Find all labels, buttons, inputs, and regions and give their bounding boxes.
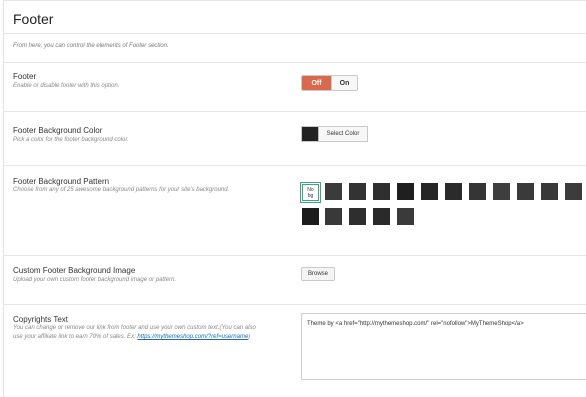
bg-pattern-desc: Choose from any of 25 awesome background… [13, 187, 230, 193]
footer-toggle[interactable]: Off On [301, 75, 358, 91]
footer-option-title: Footer [13, 72, 37, 81]
pattern-swatch[interactable] [349, 183, 366, 200]
no-bg-line2: bg [307, 192, 314, 199]
section-intro: From here, you can control the elements … [13, 43, 169, 49]
pattern-swatch[interactable] [493, 183, 510, 200]
footer-option-desc: Enable or disable footer with this optio… [13, 83, 120, 89]
pattern-no-bg[interactable]: No bg [300, 182, 321, 203]
divider [4, 111, 586, 112]
divider [4, 62, 586, 63]
pattern-swatch[interactable] [517, 183, 534, 200]
panel-left-border [3, 0, 4, 397]
bg-color-title: Footer Background Color [13, 126, 103, 135]
divider [4, 255, 586, 256]
affiliate-link[interactable]: https://mythemeshop.com/?ref=username [137, 334, 248, 340]
pattern-swatch[interactable] [469, 183, 486, 200]
pattern-swatch[interactable] [565, 183, 582, 200]
toggle-on-button[interactable]: On [331, 76, 357, 90]
copyrights-desc-line1: You can change or remove our link from f… [13, 325, 256, 331]
browse-button[interactable]: Browse [301, 267, 335, 281]
bg-image-title: Custom Footer Background Image [13, 266, 136, 275]
bg-pattern-title: Footer Background Pattern [13, 177, 110, 186]
pattern-swatch[interactable] [421, 183, 438, 200]
copyrights-desc-end: ) [248, 334, 251, 340]
color-picker[interactable]: Select Color [301, 126, 368, 142]
pattern-swatch[interactable] [397, 208, 414, 225]
pattern-swatch[interactable] [373, 183, 390, 200]
select-color-button[interactable]: Select Color [319, 127, 367, 141]
pattern-swatch[interactable] [541, 183, 558, 200]
divider [4, 165, 586, 166]
divider [4, 304, 586, 305]
copyrights-textarea[interactable]: Theme by <a href="http://mythemeshop.com… [301, 313, 586, 380]
pattern-swatch[interactable] [373, 208, 390, 225]
copyrights-desc: You can change or remove our link from f… [13, 324, 298, 342]
color-swatch[interactable] [302, 127, 319, 141]
toggle-off-button[interactable]: Off [302, 76, 331, 90]
pattern-swatch[interactable] [349, 208, 366, 225]
bg-color-desc: Pick a color for the footer background c… [13, 137, 129, 143]
page-title: Footer [13, 11, 54, 27]
pattern-swatch[interactable] [397, 183, 414, 200]
copyrights-desc-line2: use your affiliate link to earn 70% of s… [13, 334, 138, 340]
pattern-swatch[interactable] [445, 183, 462, 200]
pattern-swatch[interactable] [302, 208, 319, 225]
pattern-swatch[interactable] [325, 183, 342, 200]
pattern-swatch[interactable] [325, 208, 342, 225]
bg-image-desc: Upload your own custom footer background… [13, 277, 177, 283]
section-header: Footer [4, 0, 586, 34]
copyrights-title: Copyrights Text [13, 315, 68, 324]
